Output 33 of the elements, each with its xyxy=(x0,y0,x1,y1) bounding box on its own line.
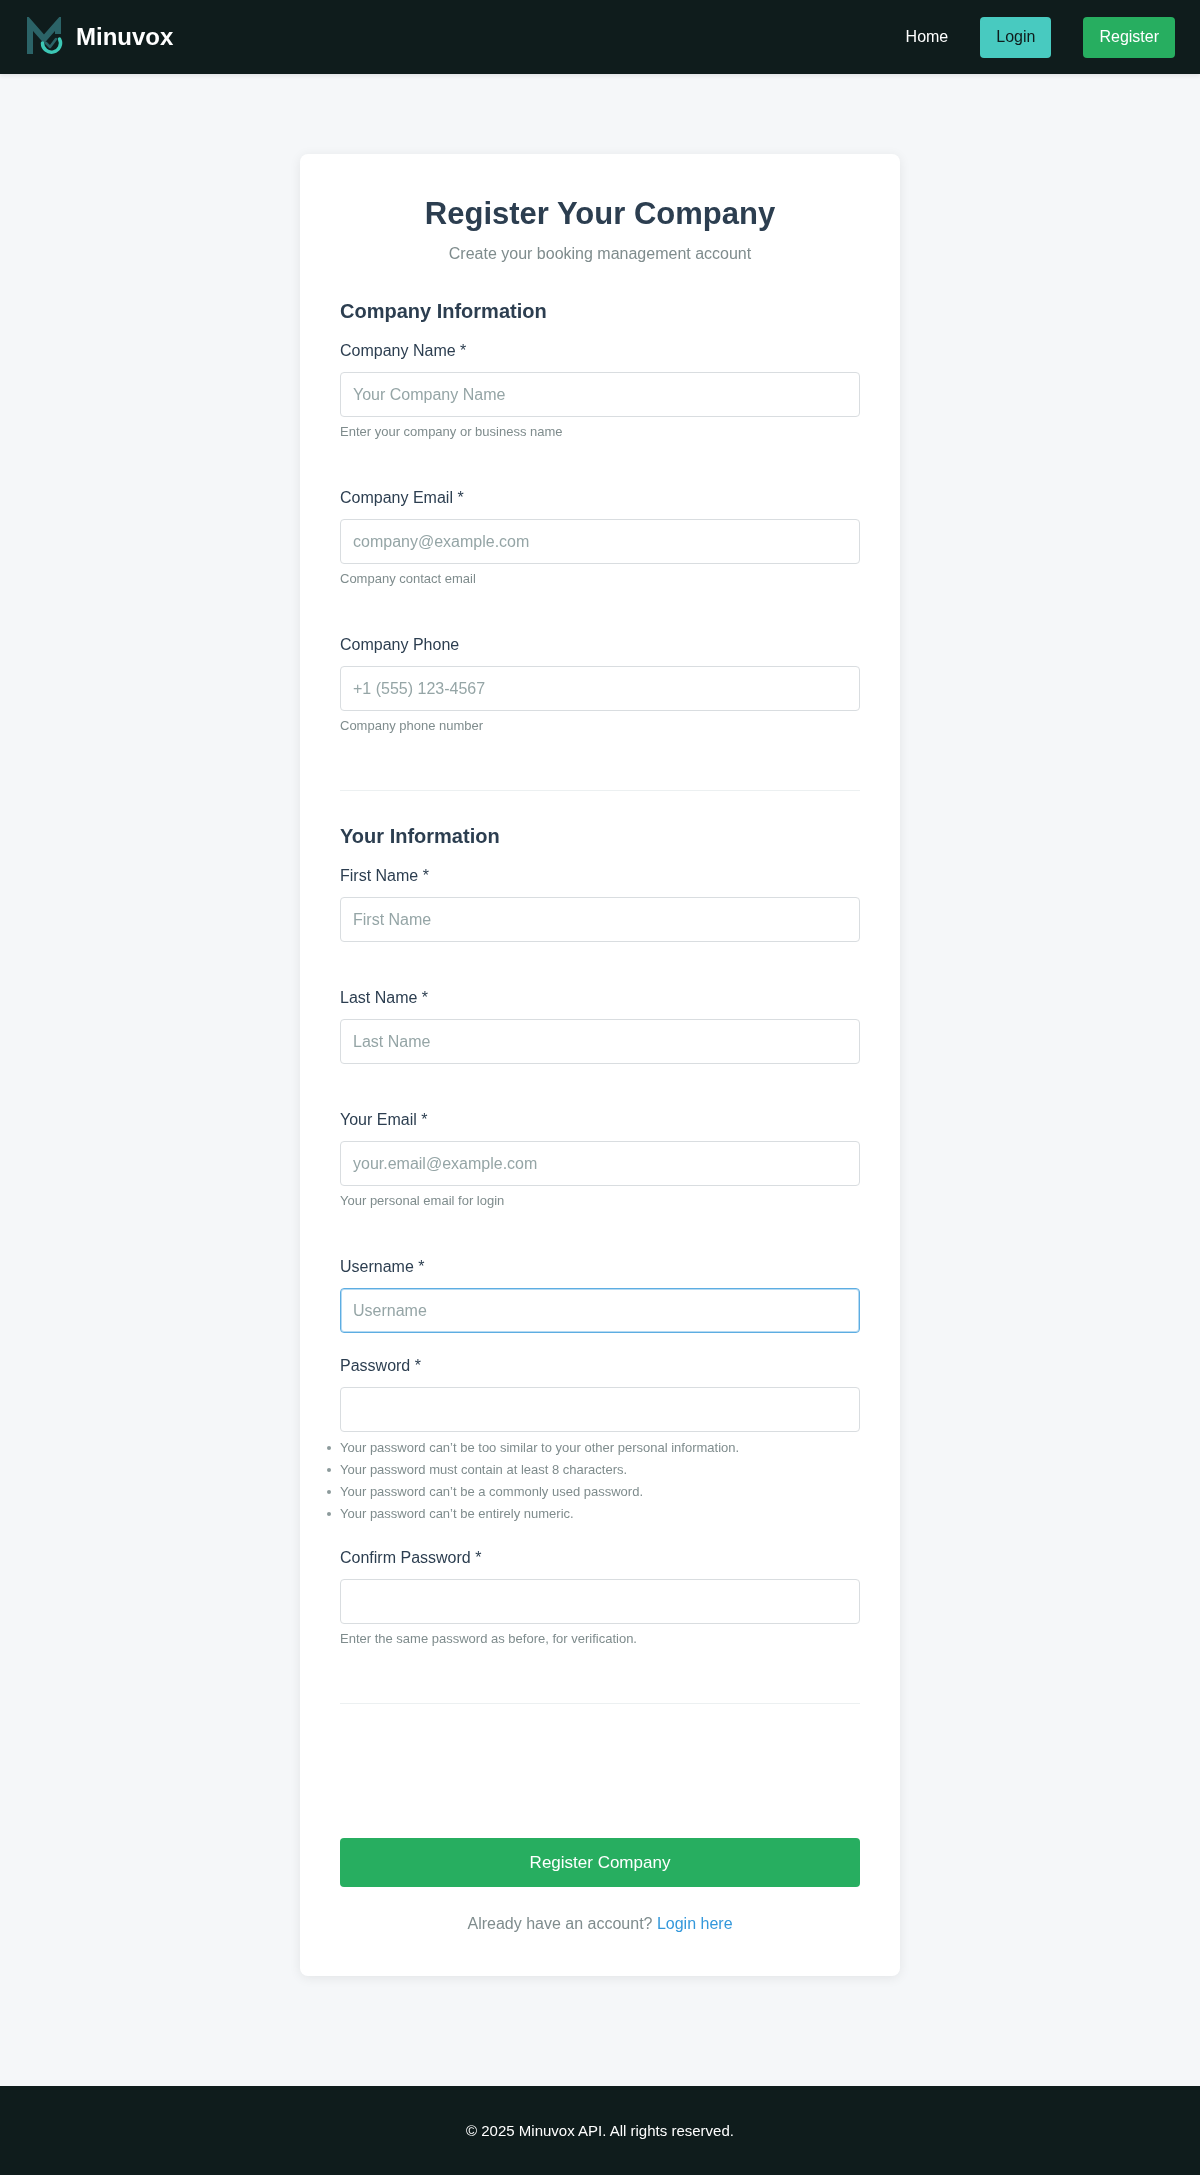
field-label: Your Email * xyxy=(340,1110,429,1130)
password-hint: Your password can’t be a commonly used password. xyxy=(340,1483,643,1501)
password-hint: Your password can’t be entirely numeric. xyxy=(340,1505,574,1523)
logo-icon xyxy=(24,17,64,57)
login-prompt: Already have an account? Login here xyxy=(466,1914,734,1934)
section-heading: Company Information xyxy=(340,299,548,324)
field-label: Confirm Password * xyxy=(340,1548,483,1568)
field-label: Company Phone xyxy=(340,635,461,655)
bullet-icon xyxy=(327,1490,331,1494)
field-label: Username * xyxy=(340,1257,426,1277)
help-text: Enter your company or business name xyxy=(340,423,564,441)
page-title: Register Your Company xyxy=(423,195,777,233)
brand-name[interactable]: Minuvox xyxy=(76,22,174,52)
input-field[interactable]: Username xyxy=(340,1288,860,1333)
bullet-icon xyxy=(327,1468,331,1472)
nav-button[interactable]: Login xyxy=(980,16,1052,58)
bullet-icon xyxy=(327,1512,331,1516)
help-text: Enter the same password as before, for verification. xyxy=(340,1630,638,1648)
copyright-text: © 2025 Minuvox API. All rights reserved. xyxy=(466,2120,734,2141)
subtitle-text: Create your booking management account xyxy=(447,244,753,264)
help-text: Your personal email for login xyxy=(340,1192,506,1210)
field-label: First Name * xyxy=(340,866,430,886)
nav-link[interactable]: Home xyxy=(905,25,949,49)
bullet-icon xyxy=(327,1446,331,1450)
section-heading: Your Information xyxy=(340,824,501,849)
field-label: Company Email * xyxy=(340,488,465,508)
field-label: Company Name * xyxy=(340,341,468,361)
field-label: Last Name * xyxy=(340,988,430,1008)
password-hint: Your password can’t be too similar to your other personal information. xyxy=(340,1439,740,1457)
password-hint: Your password must contain at least 8 characters. xyxy=(340,1461,628,1479)
help-text: Company contact email xyxy=(340,570,477,588)
help-text: Company phone number xyxy=(340,717,485,735)
field-label: Password * xyxy=(340,1356,422,1376)
